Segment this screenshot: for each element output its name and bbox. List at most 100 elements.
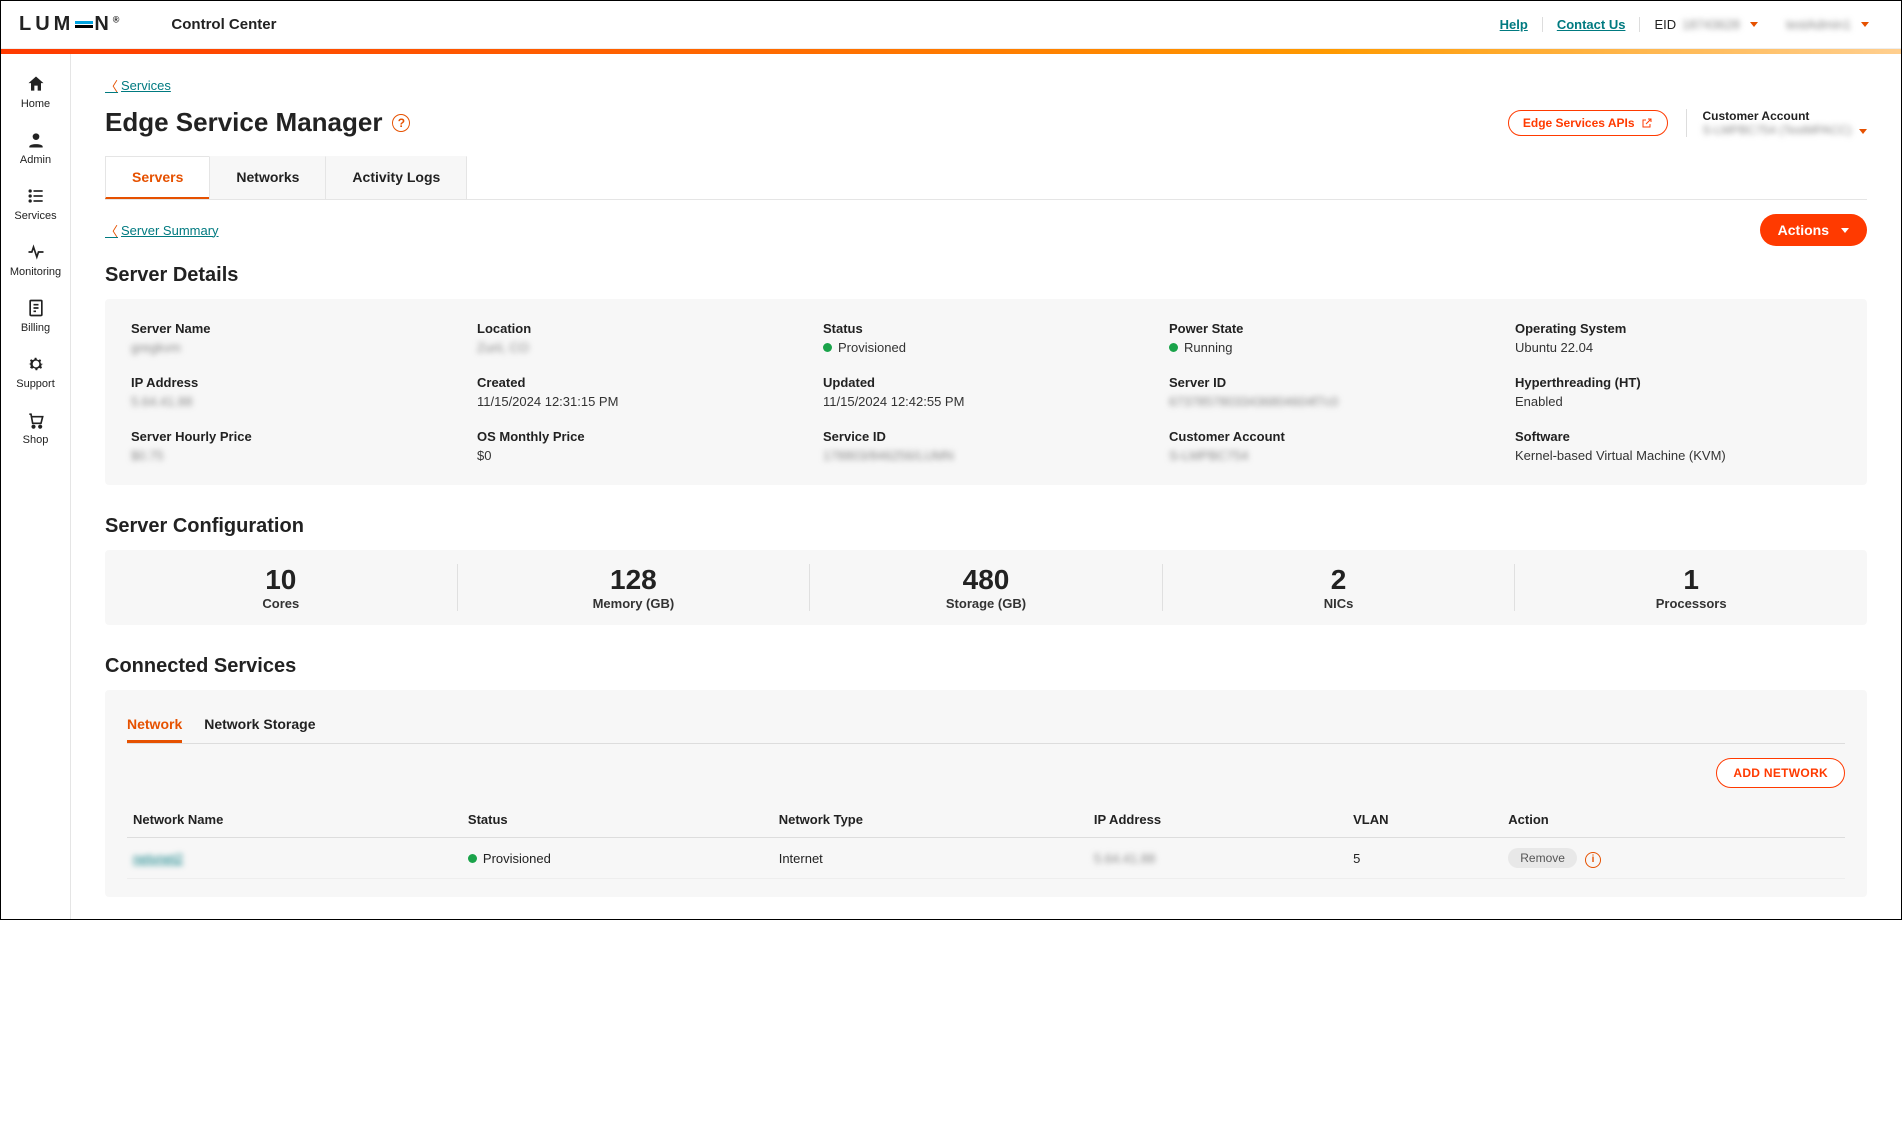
table-header: IP Address <box>1088 802 1347 838</box>
chevron-left-icon: 〈 <box>105 221 118 240</box>
field-value: 178803/846256/LUMN <box>823 448 1149 463</box>
sidebar-item-billing[interactable]: Billing <box>1 288 70 344</box>
sidebar-item-label: Services <box>14 210 56 222</box>
field-value: Provisioned <box>823 340 1149 355</box>
pulse-icon <box>26 242 46 262</box>
config-stat: 480Storage (GB) <box>809 564 1162 611</box>
detail-field: Customer Account S-LMPBC754 <box>1169 429 1495 463</box>
server-config-card: 10Cores128Memory (GB)480Storage (GB)2NIC… <box>105 550 1867 625</box>
status-dot-icon <box>823 343 832 352</box>
field-label: Server ID <box>1169 375 1495 390</box>
detail-field: Created 11/15/2024 12:31:15 PM <box>477 375 803 409</box>
chevron-down-icon <box>1750 22 1758 27</box>
status-dot-icon <box>468 854 477 863</box>
add-network-button[interactable]: ADD NETWORK <box>1716 758 1845 788</box>
detail-field: SoftwareKernel-based Virtual Machine (KV… <box>1515 429 1841 463</box>
stat-label: NICs <box>1163 596 1515 611</box>
stat-value: 1 <box>1515 564 1867 596</box>
sidebar-item-admin[interactable]: Admin <box>1 120 70 176</box>
sidebar-item-label: Admin <box>20 154 51 166</box>
field-label: Created <box>477 375 803 390</box>
connected-subtabs: Network Network Storage <box>127 708 1845 744</box>
config-stat: 10Cores <box>105 564 457 611</box>
sidebar-item-label: Support <box>16 378 55 390</box>
section-connected-services: Connected Services <box>105 655 1867 678</box>
stat-label: Storage (GB) <box>810 596 1162 611</box>
field-label: OS Monthly Price <box>477 429 803 444</box>
breadcrumb-server-summary[interactable]: 〈Server Summary <box>105 221 219 240</box>
sidebar-item-support[interactable]: Support <box>1 344 70 400</box>
field-label: Customer Account <box>1169 429 1495 444</box>
connected-services-card: Network Network Storage ADD NETWORK Netw… <box>105 690 1867 897</box>
sidebar-item-home[interactable]: Home <box>1 64 70 120</box>
help-icon[interactable]: ? <box>392 114 410 132</box>
table-header: Action <box>1502 802 1845 838</box>
network-name-link[interactable]: netvnet2 <box>133 851 183 866</box>
home-icon <box>26 74 46 94</box>
main-content: 〈Services Edge Service Manager ? Edge Se… <box>71 54 1901 919</box>
sidebar-item-label: Shop <box>23 434 49 446</box>
field-value: 5.64.41.88 <box>131 394 457 409</box>
tab-servers[interactable]: Servers <box>105 156 210 199</box>
chevron-down-icon <box>1841 228 1849 233</box>
detail-field: Location Zurii, CO <box>477 321 803 355</box>
remove-network-button[interactable]: Remove <box>1508 848 1577 868</box>
external-link-icon <box>1641 117 1653 129</box>
field-label: Server Name <box>131 321 457 336</box>
subtab-network-storage[interactable]: Network Storage <box>204 708 315 743</box>
tab-activity-logs[interactable]: Activity Logs <box>325 156 467 199</box>
help-link[interactable]: Help <box>1486 17 1543 32</box>
table-row: netvnet2ProvisionedInternet5.64.41.885Re… <box>127 838 1845 879</box>
detail-field: OS Monthly Price$0 <box>477 429 803 463</box>
sidebar-item-monitoring[interactable]: Monitoring <box>1 232 70 288</box>
table-header: VLAN <box>1347 802 1502 838</box>
table-header: Network Name <box>127 802 462 838</box>
network-vlan: 5 <box>1347 838 1502 879</box>
detail-field: Service ID 178803/846256/LUMN <box>823 429 1149 463</box>
customer-account-label: Customer Account <box>1703 109 1868 123</box>
field-label: Hyperthreading (HT) <box>1515 375 1841 390</box>
field-value: Zurii, CO <box>477 340 803 355</box>
eid-selector[interactable]: EID 18743628 <box>1640 17 1772 32</box>
chevron-down-icon <box>1859 129 1867 134</box>
server-details-card: Server NamegregkvmLocationZurii, COStatu… <box>105 299 1867 485</box>
field-label: Location <box>477 321 803 336</box>
detail-field: StatusProvisioned <box>823 321 1149 355</box>
user-selector[interactable]: testAdmin1 <box>1772 17 1883 32</box>
field-value: 67378578033436804604f7c0 <box>1169 394 1495 409</box>
status-dot-icon <box>1169 343 1178 352</box>
section-server-details: Server Details <box>105 264 1867 287</box>
field-label: Service ID <box>823 429 1149 444</box>
subtab-network[interactable]: Network <box>127 708 182 743</box>
network-ip: 5.64.41.88 <box>1088 838 1347 879</box>
breadcrumb-services[interactable]: 〈Services <box>105 76 171 95</box>
detail-field: Updated11/15/2024 12:42:55 PM <box>823 375 1149 409</box>
sidebar-item-shop[interactable]: Shop <box>1 400 70 456</box>
eid-value: 18743628 <box>1682 17 1740 32</box>
sidebar-item-services[interactable]: Services <box>1 176 70 232</box>
chevron-down-icon <box>1861 22 1869 27</box>
list-icon <box>26 186 46 206</box>
stat-label: Memory (GB) <box>458 596 810 611</box>
actions-button[interactable]: Actions <box>1760 214 1867 246</box>
customer-account-value: S-LMPBC754 (TestMPACC) <box>1703 123 1852 137</box>
user-icon <box>26 130 46 150</box>
section-server-config: Server Configuration <box>105 515 1867 538</box>
config-stat: 1Processors <box>1514 564 1867 611</box>
field-value: S-LMPBC754 <box>1169 448 1495 463</box>
field-value: 11/15/2024 12:31:15 PM <box>477 394 803 409</box>
field-label: Power State <box>1169 321 1495 336</box>
field-value: Ubuntu 22.04 <box>1515 340 1841 355</box>
detail-field: Server Hourly Price$0.75 <box>131 429 457 463</box>
sidebar-item-label: Billing <box>21 322 50 334</box>
edge-services-apis-button[interactable]: Edge Services APIs <box>1508 110 1668 136</box>
sidebar-item-label: Monitoring <box>10 266 61 278</box>
detail-field: Power State Running <box>1169 321 1495 355</box>
warning-icon[interactable]: i <box>1585 852 1601 868</box>
customer-account-selector[interactable]: Customer Account S-LMPBC754 (TestMPACC) <box>1686 109 1868 137</box>
tab-networks[interactable]: Networks <box>209 156 326 199</box>
field-value: Running <box>1169 340 1495 355</box>
contact-link[interactable]: Contact Us <box>1543 17 1641 32</box>
sidebar: Home Admin Services Monitoring Billing S… <box>1 54 71 919</box>
detail-field: Operating SystemUbuntu 22.04 <box>1515 321 1841 355</box>
